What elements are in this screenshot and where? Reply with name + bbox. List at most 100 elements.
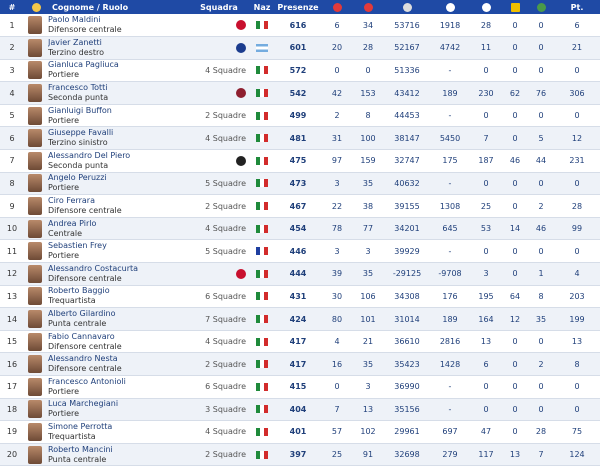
player-cell[interactable]: Francesco Antonioli Portiere <box>48 375 188 399</box>
player-cell[interactable]: Paolo Maldini Difensore centrale <box>48 14 188 38</box>
player-name-link[interactable]: Alessandro Nesta <box>48 354 188 364</box>
table-row[interactable]: 8 Angelo Peruzzi Portiere 5 Squadre 473 3 35 40… <box>0 172 600 196</box>
avatar[interactable] <box>24 420 48 444</box>
player-cell[interactable]: Luca Marchegiani Portiere <box>48 398 188 422</box>
player-name-link[interactable]: Giuseppe Favalli <box>48 128 188 138</box>
player-cell[interactable]: Roberto Baggio Trequartista <box>48 285 188 309</box>
squadre-count[interactable]: 2 Squadre <box>205 360 246 369</box>
table-row[interactable]: 9 Ciro Ferrara Difensore centrale 2 Squadre… <box>0 194 600 218</box>
naz-header[interactable]: Naz <box>250 0 274 14</box>
player-name-link[interactable]: Alessandro Del Piero <box>48 151 188 161</box>
avatar[interactable] <box>24 375 48 399</box>
table-row[interactable]: 10 Andrea Pirlo Centrale 4 Squadre 454 78 77 34… <box>0 217 600 241</box>
table-row[interactable]: 16 Alessandro Nesta Difensore centrale 2 Sq… <box>0 352 600 376</box>
table-row[interactable]: 20 Roberto Mancini Punta centrale 2 Squadre… <box>0 443 600 466</box>
avatar[interactable] <box>24 194 48 218</box>
player-cell[interactable]: Andrea Pirlo Centrale <box>48 217 188 241</box>
rank-header[interactable]: # <box>0 0 24 14</box>
avatar[interactable] <box>24 443 48 466</box>
squadre-count[interactable]: 6 Squadre <box>205 292 246 301</box>
roma-logo-icon[interactable] <box>236 88 246 99</box>
player-name-link[interactable]: Gianluigi Buffon <box>48 106 188 116</box>
squadra-cell[interactable]: 2 Squadre <box>188 443 250 466</box>
player-name-link[interactable]: Francesco Antonioli <box>48 377 188 387</box>
player-name-link[interactable]: Gianluca Pagliuca <box>48 60 188 70</box>
squadre-count[interactable]: 4 Squadre <box>205 427 246 436</box>
player-cell[interactable]: Ciro Ferrara Difensore centrale <box>48 194 188 218</box>
avatar[interactable] <box>24 262 48 286</box>
player-cell[interactable]: Alessandro Del Piero Seconda punta <box>48 149 188 173</box>
presenze-header[interactable]: Presenze <box>274 0 322 14</box>
squadra-cell[interactable] <box>188 81 250 105</box>
player-cell[interactable]: Angelo Peruzzi Portiere <box>48 172 188 196</box>
avatar[interactable] <box>24 36 48 60</box>
avatar[interactable] <box>24 307 48 331</box>
player-name-link[interactable]: Alberto Gilardino <box>48 309 188 319</box>
table-row[interactable]: 4 Francesco Totti Seconda punta 542 42 153 434… <box>0 81 600 105</box>
squadra-cell[interactable]: 5 Squadre <box>188 239 250 264</box>
player-name-link[interactable]: Angelo Peruzzi <box>48 173 188 183</box>
player-cell[interactable]: Roberto Mancini Punta centrale <box>48 443 188 466</box>
red-arrow-icon[interactable] <box>322 0 352 14</box>
player-cell[interactable]: Javier Zanetti Terzino destro <box>48 36 188 60</box>
ball-icon[interactable] <box>430 0 470 14</box>
avatar[interactable] <box>24 330 48 354</box>
player-name-link[interactable]: Fabio Cannavaro <box>48 332 188 342</box>
milan-logo-icon[interactable] <box>236 20 246 31</box>
player-name-link[interactable]: Roberto Mancini <box>48 445 188 455</box>
squadre-count[interactable]: 4 Squadre <box>205 134 246 143</box>
squadra-header[interactable]: Squadra <box>188 0 250 14</box>
avatar[interactable] <box>24 14 48 38</box>
avatar[interactable] <box>24 285 48 309</box>
clock-icon[interactable] <box>384 0 430 14</box>
squadre-count[interactable]: 5 Squadre <box>205 247 246 256</box>
player-name-link[interactable]: Andrea Pirlo <box>48 219 188 229</box>
squadre-count[interactable]: 4 Squadre <box>205 337 246 346</box>
table-row[interactable]: 13 Roberto Baggio Trequartista 6 Squadre 431… <box>0 285 600 309</box>
player-name-link[interactable]: Roberto Baggio <box>48 286 188 296</box>
squadra-cell[interactable]: 6 Squadre <box>188 375 250 399</box>
red-arrow-icon[interactable] <box>352 0 384 14</box>
player-name-link[interactable]: Alessandro Costacurta <box>48 264 188 274</box>
ball-icon[interactable] <box>470 0 502 14</box>
player-name-link[interactable]: Simone Perrotta <box>48 422 188 432</box>
player-name-link[interactable]: Luca Marchegiani <box>48 399 188 409</box>
squadra-cell[interactable]: 4 Squadre <box>188 330 250 354</box>
player-cell[interactable]: Alberto Gilardino Punta centrale <box>48 307 188 331</box>
player-cell[interactable]: Alessandro Costacurta Difensore centrale <box>48 262 188 286</box>
avatar[interactable] <box>24 398 48 422</box>
table-row[interactable]: 15 Fabio Cannavaro Difensore centrale 4 Squ… <box>0 330 600 354</box>
table-row[interactable]: 19 Simone Perrotta Trequartista 4 Squadre 40… <box>0 420 600 444</box>
squadre-count[interactable]: 4 Squadre <box>205 224 246 233</box>
table-row[interactable]: 2 Javier Zanetti Terzino destro 601 20 28 5216… <box>0 36 600 60</box>
player-cell[interactable]: Fabio Cannavaro Difensore centrale <box>48 330 188 354</box>
avatar[interactable] <box>24 126 48 151</box>
yellow-card-icon[interactable] <box>502 0 528 14</box>
table-row[interactable]: 7 Alessandro Del Piero Seconda punta 475 97 1… <box>0 149 600 173</box>
player-name-link[interactable]: Francesco Totti <box>48 83 188 93</box>
table-row[interactable]: 14 Alberto Gilardino Punta centrale 7 Squad… <box>0 307 600 331</box>
squadre-count[interactable]: 3 Squadre <box>205 405 246 414</box>
squadre-count[interactable]: 6 Squadre <box>205 382 246 391</box>
squadra-cell[interactable]: 4 Squadre <box>188 217 250 241</box>
table-row[interactable]: 5 Gianluigi Buffon Portiere 2 Squadre 499 2 8 4… <box>0 104 600 128</box>
player-cell[interactable]: Gianluca Pagliuca Portiere <box>48 59 188 83</box>
squadra-cell[interactable]: 2 Squadre <box>188 104 250 128</box>
squadre-count[interactable]: 5 Squadre <box>205 179 246 188</box>
squadra-cell[interactable]: 7 Squadre <box>188 307 250 331</box>
squadre-count[interactable]: 2 Squadre <box>205 202 246 211</box>
squadra-cell[interactable] <box>188 36 250 60</box>
table-row[interactable]: 6 Giuseppe Favalli Terzino sinistro 4 Squad… <box>0 126 600 151</box>
juve-logo-icon[interactable] <box>236 155 246 166</box>
squadre-count[interactable]: 2 Squadre <box>205 450 246 459</box>
milan-logo-icon[interactable] <box>236 268 246 279</box>
red-card-icon[interactable] <box>528 0 554 14</box>
table-row[interactable]: 12 Alessandro Costacurta Difensore central… <box>0 262 600 286</box>
player-cell[interactable]: Alessandro Nesta Difensore centrale <box>48 352 188 376</box>
avatar[interactable] <box>24 172 48 196</box>
player-name-link[interactable]: Ciro Ferrara <box>48 196 188 206</box>
squadre-count[interactable]: 4 Squadre <box>205 66 246 75</box>
avatar[interactable] <box>24 352 48 376</box>
table-row[interactable]: 17 Francesco Antonioli Portiere 6 Squadre 41… <box>0 375 600 399</box>
squadre-count[interactable]: 2 Squadre <box>205 111 246 120</box>
